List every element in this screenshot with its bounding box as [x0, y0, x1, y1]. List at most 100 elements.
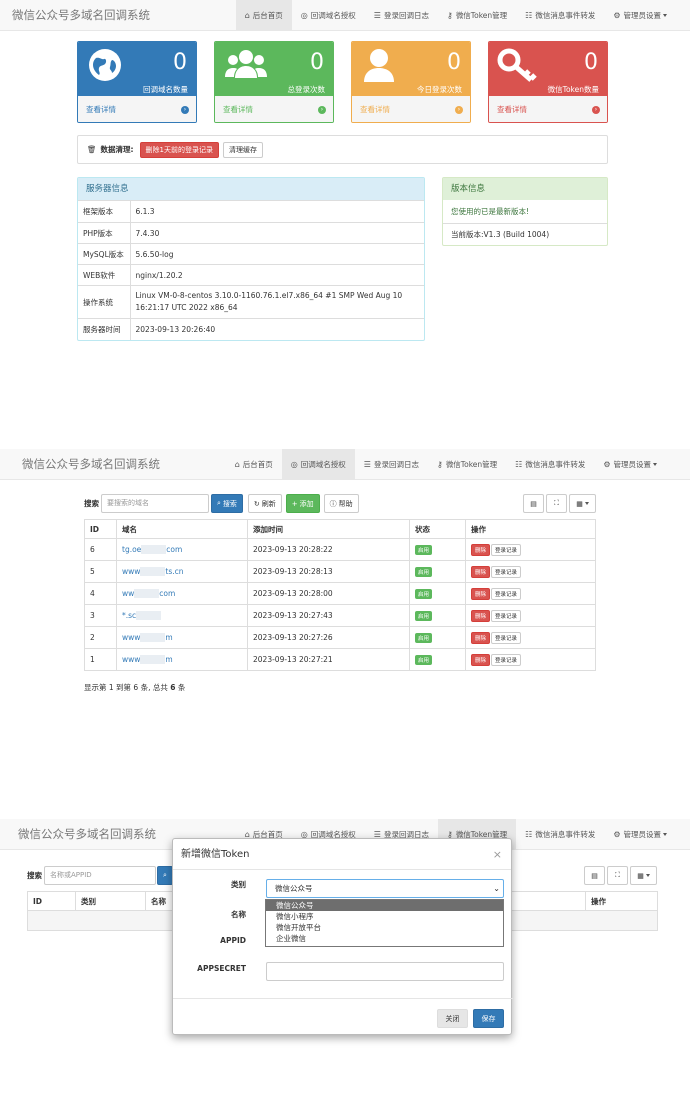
- column-header: ID: [84, 519, 117, 539]
- row-time: 2023-09-13 20:27:26: [247, 626, 410, 649]
- row-id: 2: [84, 626, 117, 649]
- nav-logs[interactable]: ☰ 登录回调日志: [355, 449, 428, 480]
- nav-logs[interactable]: ☰ 登录回调日志: [365, 0, 438, 31]
- fullscreen-icon[interactable]: ⛶: [607, 866, 628, 885]
- save-button[interactable]: 保存: [473, 1009, 504, 1028]
- fullscreen-icon[interactable]: ⛶: [546, 494, 567, 513]
- row-id: 1: [84, 648, 117, 671]
- appsecret-input[interactable]: [266, 962, 504, 981]
- nav-domains[interactable]: ◎ 回调域名授权: [292, 0, 365, 31]
- nav-admin[interactable]: ⚙ 管理员设置: [604, 0, 676, 31]
- nav-admin[interactable]: ⚙ 管理员设置: [594, 449, 666, 480]
- delete-button[interactable]: 删除: [471, 543, 491, 556]
- add-button[interactable]: + 添加: [285, 494, 320, 513]
- search-label: 搜索: [27, 871, 42, 880]
- delete-button[interactable]: 删除: [471, 653, 491, 666]
- nav-forward[interactable]: ☷ 微信消息事件转发: [516, 0, 604, 31]
- domain-link[interactable]: ww com: [116, 582, 248, 605]
- domain-link[interactable]: tg.oe com: [116, 538, 248, 561]
- status-badge: 启用: [415, 544, 433, 555]
- nav-token[interactable]: ⚷ 微信Token管理: [438, 0, 516, 31]
- stat-domains-head: 0 回调域名数量: [78, 42, 196, 96]
- server-info-title: 服务器信息: [78, 178, 424, 200]
- stat-tokens-link[interactable]: 查看详情 ›: [489, 96, 607, 122]
- stat-today-head: 0 今日登录次数: [352, 42, 470, 96]
- domain-text: ww: [122, 588, 135, 598]
- clear-cache-button[interactable]: 清理缓存: [223, 141, 263, 158]
- domain-link[interactable]: www m: [116, 648, 248, 671]
- column-header: 操作: [465, 519, 596, 539]
- domain-link[interactable]: *.sc: [116, 604, 248, 627]
- app-title[interactable]: 微信公众号多域名回调系统: [18, 819, 156, 850]
- search-icon: ⌕: [163, 871, 167, 879]
- type-select[interactable]: 微信公众号 ⌄: [266, 879, 504, 898]
- arrow-circle-right-icon: ›: [181, 105, 189, 114]
- info-value: 5.6.50-log: [130, 243, 424, 265]
- stat-today-link[interactable]: 查看详情 ›: [352, 96, 470, 122]
- info-icon: ⓘ: [329, 499, 337, 508]
- dropdown-option[interactable]: 微信公众号: [266, 900, 503, 911]
- nav-forward[interactable]: ☷ 微信消息事件转发: [516, 819, 604, 850]
- close-button[interactable]: 关闭: [437, 1009, 468, 1028]
- columns-icon[interactable]: ▦: [630, 866, 657, 885]
- list-alt-icon: ☷: [525, 830, 533, 839]
- delete-button[interactable]: 删除: [471, 609, 491, 622]
- print-icon[interactable]: ▤: [584, 866, 605, 885]
- domain-link[interactable]: www m: [116, 626, 248, 649]
- stat-today-value: 0: [447, 50, 461, 75]
- login-log-button[interactable]: 登录记录: [491, 543, 522, 556]
- columns-icon[interactable]: ▦: [569, 494, 596, 513]
- login-log-button[interactable]: 登录记录: [491, 609, 522, 622]
- stat-logins-value: 0: [310, 50, 324, 75]
- row-id: 4: [84, 582, 117, 605]
- nav-forward[interactable]: ☷ 微信消息事件转发: [506, 449, 594, 480]
- close-icon[interactable]: ×: [493, 839, 502, 870]
- key-icon: ⚷: [436, 460, 443, 469]
- domain-text: com: [166, 544, 183, 554]
- nav-logs-label: 登录回调日志: [383, 11, 429, 20]
- info-key: WEB软件: [78, 264, 131, 286]
- print-icon[interactable]: ▤: [523, 494, 544, 513]
- list-alt-icon: ☷: [515, 460, 523, 469]
- nav-token-label: 微信Token管理: [455, 11, 508, 20]
- stat-logins-label: 总登录次数: [287, 85, 326, 94]
- nav-home[interactable]: ⌂ 后台首页: [226, 449, 282, 480]
- stat-logins-link[interactable]: 查看详情 ›: [215, 96, 333, 122]
- login-log-button[interactable]: 登录记录: [491, 587, 522, 600]
- info-key: 操作系统: [78, 285, 131, 319]
- redacted: [140, 567, 166, 577]
- row-id: 5: [84, 560, 117, 583]
- login-log-button[interactable]: 登录记录: [491, 565, 522, 578]
- delete-button[interactable]: 删除: [471, 587, 491, 600]
- search-button[interactable]: ⌕ 搜索: [211, 494, 243, 513]
- cleanup-label: 数据清理:: [100, 145, 134, 154]
- delete-old-logs-button[interactable]: 删除1天前的登录记录: [139, 141, 219, 158]
- status-badge: 启用: [415, 566, 433, 577]
- nav-admin[interactable]: ⚙ 管理员设置: [604, 819, 676, 850]
- help-button[interactable]: ⓘ 帮助: [323, 494, 359, 513]
- dropdown-option[interactable]: 微信小程序: [266, 911, 503, 922]
- table-row: 5 www ts.cn 2023-09-13 20:28:13 启用 删除 登录记录: [84, 560, 596, 583]
- search-button[interactable]: ⌕: [157, 866, 173, 885]
- refresh-button[interactable]: ↻ 刷新: [247, 494, 282, 513]
- stat-domains-link[interactable]: 查看详情 ›: [78, 96, 196, 122]
- nav-domains[interactable]: ◎ 回调域名授权: [281, 449, 355, 480]
- domain-text: www: [122, 654, 141, 664]
- login-log-button[interactable]: 登录记录: [491, 653, 522, 666]
- app-title[interactable]: 微信公众号多域名回调系统: [12, 0, 150, 31]
- dropdown-option[interactable]: 微信开放平台: [266, 922, 503, 933]
- search-input[interactable]: 名称或APPID: [44, 866, 156, 885]
- delete-button[interactable]: 删除: [471, 565, 491, 578]
- search-input[interactable]: 要搜索的域名: [101, 494, 209, 513]
- login-log-button[interactable]: 登录记录: [491, 631, 522, 644]
- delete-button[interactable]: 删除: [471, 631, 491, 644]
- nav-token[interactable]: ⚷ 微信Token管理: [428, 449, 506, 480]
- server-info-panel: 服务器信息 框架版本 6.1.3 PHP版本 7.4.30 MySQL版本 5.6.5…: [77, 177, 425, 341]
- nav-home[interactable]: ⌂ 后台首页: [235, 0, 292, 31]
- domain-link[interactable]: www ts.cn: [116, 560, 248, 583]
- dropdown-option[interactable]: 企业微信: [266, 933, 503, 944]
- app-title[interactable]: 微信公众号多域名回调系统: [22, 449, 160, 480]
- stat-tokens-label: 微信Token数量: [547, 85, 599, 94]
- row-time: 2023-09-13 20:28:00: [247, 582, 410, 605]
- gear-icon: ⚙: [603, 460, 611, 469]
